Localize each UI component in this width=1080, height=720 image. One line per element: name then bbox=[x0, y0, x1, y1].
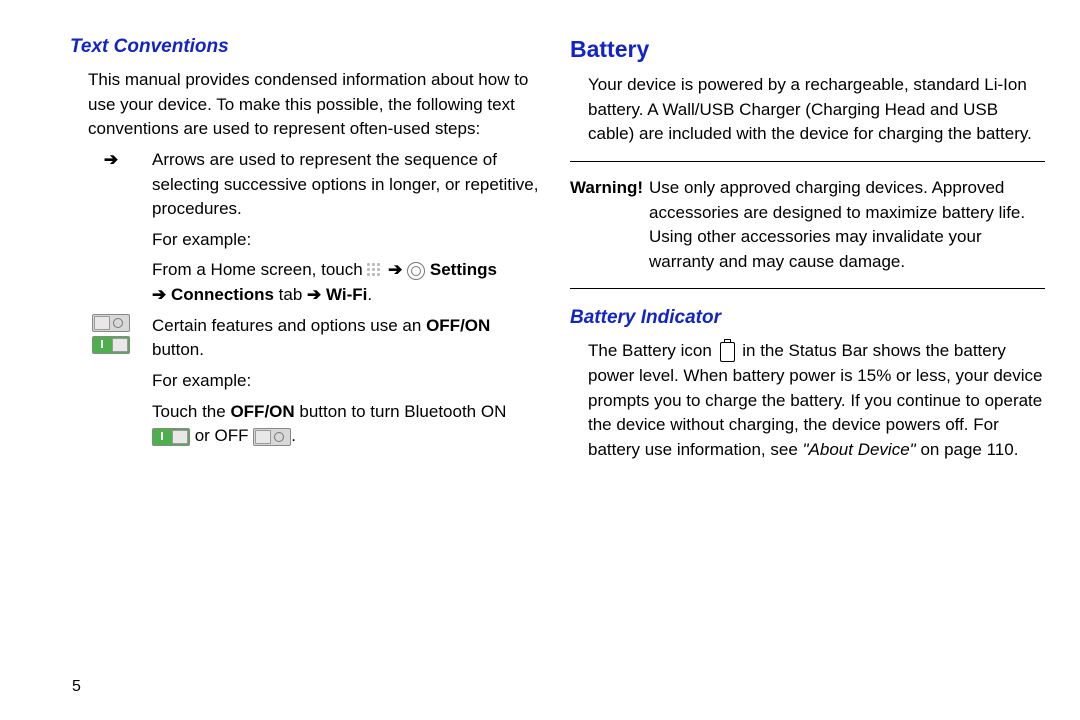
crossref-tail: on page 110. bbox=[920, 440, 1018, 459]
period-2: . bbox=[291, 426, 296, 445]
toggle-def-a: Certain features and options use an bbox=[152, 316, 426, 335]
toggle-off-icon bbox=[92, 314, 130, 332]
apps-icon bbox=[367, 263, 383, 279]
toggle-on-inline-icon bbox=[152, 428, 190, 446]
battery-icon bbox=[720, 342, 735, 362]
toggle-ex-b: button to turn Bluetooth ON bbox=[295, 402, 507, 421]
warning-label: Warning! bbox=[570, 178, 643, 197]
for-example-2: For example: bbox=[152, 369, 545, 394]
or-text: or OFF bbox=[190, 426, 253, 445]
left-column: Text Conventions This manual provides co… bbox=[70, 36, 545, 449]
warning-rule-bottom bbox=[570, 288, 1045, 289]
warning-block: Warning! Use only approved charging devi… bbox=[570, 176, 1045, 275]
arrow-example: From a Home screen, touch ➔ Settings ➔ C… bbox=[152, 258, 545, 307]
toggle-definition: Certain features and options use an OFF/… bbox=[152, 314, 545, 449]
wifi-bold: Wi-Fi bbox=[321, 285, 367, 304]
toggle-def-line: Certain features and options use an OFF/… bbox=[152, 314, 545, 363]
for-example-1: For example: bbox=[152, 228, 545, 253]
arrow-icon: ➔ bbox=[388, 260, 402, 279]
heading-battery: Battery bbox=[570, 36, 1045, 63]
heading-text-conventions: Text Conventions bbox=[70, 36, 545, 58]
page-number: 5 bbox=[72, 678, 81, 696]
offon-bold-2: OFF/ON bbox=[230, 402, 294, 421]
battery-intro: Your device is powered by a rechargeable… bbox=[588, 73, 1045, 147]
right-column: Battery Your device is powered by a rech… bbox=[570, 36, 1045, 463]
toggle-on-icon bbox=[92, 336, 130, 354]
settings-bold: Settings bbox=[430, 260, 497, 279]
arrow-definition: Arrows are used to represent the sequenc… bbox=[152, 148, 545, 308]
toggle-def-b: button. bbox=[152, 340, 204, 359]
text-conventions-intro: This manual provides condensed informati… bbox=[88, 68, 545, 142]
toggle-ex-a: Touch the bbox=[152, 402, 230, 421]
arrow-def-text: Arrows are used to represent the sequenc… bbox=[152, 148, 545, 222]
offon-bold-1: OFF/ON bbox=[426, 316, 490, 335]
arrow-symbol: ➔ bbox=[70, 148, 152, 173]
toggle-off-inline-icon bbox=[253, 428, 291, 446]
tab-text: tab bbox=[274, 285, 307, 304]
arrow-ex-prefix: From a Home screen, touch bbox=[152, 260, 367, 279]
warning-rule-top bbox=[570, 161, 1045, 162]
indicator-a: The Battery icon bbox=[588, 341, 717, 360]
arrow-icon-3: ➔ bbox=[307, 285, 321, 304]
connections-bold: Connections bbox=[166, 285, 274, 304]
toggle-example: Touch the OFF/ON button to turn Bluetoot… bbox=[152, 400, 545, 449]
arrow-icon-2: ➔ bbox=[152, 285, 166, 304]
heading-battery-indicator: Battery Indicator bbox=[570, 307, 1045, 329]
crossref-about-device: "About Device" bbox=[803, 440, 916, 459]
warning-body: Use only approved charging devices. Appr… bbox=[649, 176, 1045, 275]
toggle-key-icons bbox=[70, 314, 152, 354]
period-1: . bbox=[367, 285, 372, 304]
battery-indicator-body: The Battery icon in the Status Bar shows… bbox=[588, 339, 1045, 462]
settings-icon bbox=[407, 262, 425, 280]
